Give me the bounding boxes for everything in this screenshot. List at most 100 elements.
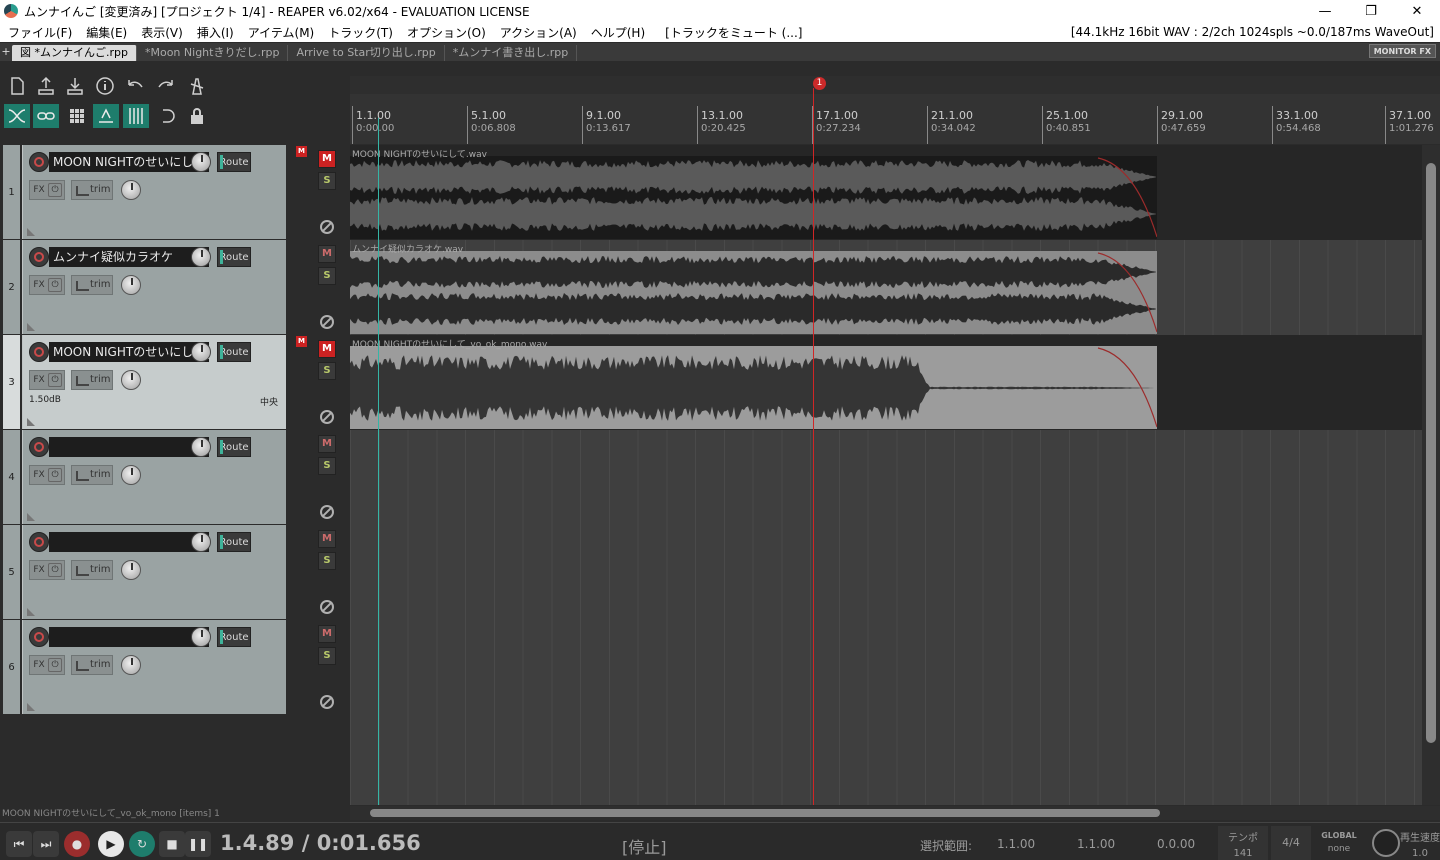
volume-knob[interactable] <box>191 627 211 647</box>
route-button[interactable]: Route <box>217 342 251 362</box>
selection-length[interactable]: 0.0.00 <box>1157 837 1195 851</box>
track-header[interactable]: MOON NIGHTのせいにして_ Route FX ⏻ trim 1.50dB … <box>22 335 286 429</box>
fx-button[interactable]: FX ⏻ <box>29 655 65 675</box>
menu-item[interactable]: アイテム(M) <box>241 24 322 41</box>
track-name[interactable]: MOON NIGHTのせいにして <box>49 152 209 172</box>
selection-end[interactable]: 1.1.00 <box>1077 837 1115 851</box>
time-signature[interactable]: 4/4 <box>1271 826 1311 860</box>
fx-bypass-icon[interactable]: ⏻ <box>48 658 62 672</box>
resize-handle[interactable] <box>27 513 35 521</box>
record-arm-button[interactable] <box>29 532 49 552</box>
track-name[interactable]: ムンナイ疑似カラオケ <box>49 247 209 267</box>
fx-bypass-icon[interactable]: ⏻ <box>48 183 62 197</box>
track-lane[interactable]: MOON NIGHTのせいにして.wav <box>350 145 1422 240</box>
menu-file[interactable]: ファイル(F) <box>0 24 79 41</box>
record-arm-button[interactable] <box>29 247 49 267</box>
pan-knob[interactable] <box>121 655 141 675</box>
resize-handle[interactable] <box>27 228 35 236</box>
track-header[interactable]: MOON NIGHTのせいにして Route FX ⏻ trim <box>22 145 286 239</box>
undo-icon[interactable] <box>122 74 148 98</box>
menu-track[interactable]: トラック(T) <box>321 24 400 41</box>
fx-bypass-icon[interactable]: ⏻ <box>48 278 62 292</box>
trim-envelope-button[interactable]: trim <box>71 370 113 390</box>
pause-icon[interactable]: ❚❚ <box>185 831 211 857</box>
volume-knob[interactable] <box>191 342 211 362</box>
scroll-thumb[interactable] <box>1426 163 1436 743</box>
record-arm-button[interactable] <box>29 342 49 362</box>
menu-options[interactable]: オプション(O) <box>400 24 493 41</box>
mute-button[interactable]: M <box>318 530 336 548</box>
solo-button[interactable]: S <box>318 647 336 665</box>
track-number[interactable]: 3 <box>3 335 20 429</box>
fx-button[interactable]: FX ⏻ <box>29 560 65 580</box>
track-header[interactable]: ムンナイ疑似カラオケ Route FX ⏻ trim <box>22 240 286 334</box>
track-number[interactable]: 1 <box>3 145 20 239</box>
mute-button[interactable]: M <box>318 435 336 453</box>
arrange-view[interactable]: MOON NIGHTのせいにして.wav ムンナイ疑似カラオケ.wav MOON… <box>350 145 1422 805</box>
track-4[interactable]: 4 Route FX ⏻ trim M S <box>0 430 345 525</box>
item-grouping-icon[interactable] <box>33 104 59 128</box>
media-item[interactable]: MOON NIGHTのせいにして_vo_ok_mono.wav <box>350 336 1157 429</box>
maximize-button[interactable]: ❐ <box>1348 0 1394 22</box>
route-button[interactable]: Route <box>217 627 251 647</box>
global-automation[interactable]: GLOBAL none <box>1314 826 1364 860</box>
mute-button[interactable]: M <box>318 340 336 358</box>
new-tab-button[interactable]: + <box>0 43 12 61</box>
menu-insert[interactable]: 挿入(I) <box>190 24 241 41</box>
trim-envelope-button[interactable]: trim <box>71 560 113 580</box>
marker-lane[interactable] <box>350 76 1440 94</box>
volume-knob[interactable] <box>191 437 211 457</box>
play-icon[interactable]: ▶ <box>98 831 124 857</box>
lock-icon[interactable] <box>184 104 210 128</box>
go-to-start-icon[interactable]: ⏮ <box>6 831 32 857</box>
track-name[interactable] <box>49 627 209 647</box>
monitor-fx-button[interactable]: MONITOR FX <box>1368 44 1436 58</box>
trim-envelope-button[interactable]: trim <box>71 465 113 485</box>
track-2[interactable]: 2 ムンナイ疑似カラオケ Route FX ⏻ trim M S <box>0 240 345 335</box>
resize-handle[interactable] <box>27 323 35 331</box>
position-display[interactable]: 1.4.89 / 0:01.656 <box>220 831 421 855</box>
pan-knob[interactable] <box>121 370 141 390</box>
go-to-end-icon[interactable]: ⏭ <box>33 831 59 857</box>
playrate-box[interactable]: 再生速度 1.0 <box>1400 829 1440 859</box>
playrate-knob[interactable] <box>1372 829 1400 857</box>
track-header[interactable]: Route FX ⏻ trim <box>22 525 286 619</box>
snap-grid-icon[interactable] <box>64 104 90 128</box>
media-item[interactable]: MOON NIGHTのせいにして.wav <box>350 146 1157 239</box>
solo-button[interactable]: S <box>318 267 336 285</box>
track-number[interactable]: 4 <box>3 430 20 524</box>
volume-knob[interactable] <box>191 532 211 552</box>
solo-button[interactable]: S <box>318 552 336 570</box>
menu-help[interactable]: ヘルプ(H) <box>584 24 652 41</box>
open-project-icon[interactable] <box>33 74 59 98</box>
tempo-box[interactable]: テンポ 141 <box>1218 826 1268 860</box>
track-number[interactable]: 6 <box>3 620 20 714</box>
edit-cursor[interactable] <box>378 118 379 805</box>
fx-button[interactable]: FX ⏻ <box>29 180 65 200</box>
track-1[interactable]: 1 MOON NIGHTのせいにして Route FX ⏻ trim M M S <box>0 145 345 240</box>
trim-envelope-button[interactable]: trim <box>71 180 113 200</box>
track-name[interactable]: MOON NIGHTのせいにして_ <box>49 342 209 362</box>
fx-bypass-icon[interactable]: ⏻ <box>48 468 62 482</box>
track-header[interactable]: Route FX ⏻ trim <box>22 620 286 714</box>
ripple-edit-icon[interactable] <box>4 104 30 128</box>
new-project-icon[interactable] <box>4 74 30 98</box>
selection-start[interactable]: 1.1.00 <box>997 837 1035 851</box>
track-number[interactable]: 5 <box>3 525 20 619</box>
track-5[interactable]: 5 Route FX ⏻ trim M S <box>0 525 345 620</box>
metronome-icon[interactable] <box>184 74 210 98</box>
vertical-scrollbar[interactable] <box>1422 145 1440 805</box>
route-button[interactable]: Route <box>217 247 251 267</box>
volume-knob[interactable] <box>191 247 211 267</box>
solo-button[interactable]: S <box>318 362 336 380</box>
phase-invert-icon[interactable] <box>320 695 334 709</box>
fx-button[interactable]: FX ⏻ <box>29 370 65 390</box>
record-arm-button[interactable] <box>29 152 49 172</box>
minimize-button[interactable]: — <box>1302 0 1348 22</box>
fx-button[interactable]: FX ⏻ <box>29 275 65 295</box>
phase-invert-icon[interactable] <box>320 505 334 519</box>
project-tab[interactable]: *ムンナイ書き出し.rpp <box>445 45 578 61</box>
fx-bypass-icon[interactable]: ⏻ <box>48 563 62 577</box>
track-header[interactable]: Route FX ⏻ trim <box>22 430 286 524</box>
resize-handle[interactable] <box>27 703 35 711</box>
